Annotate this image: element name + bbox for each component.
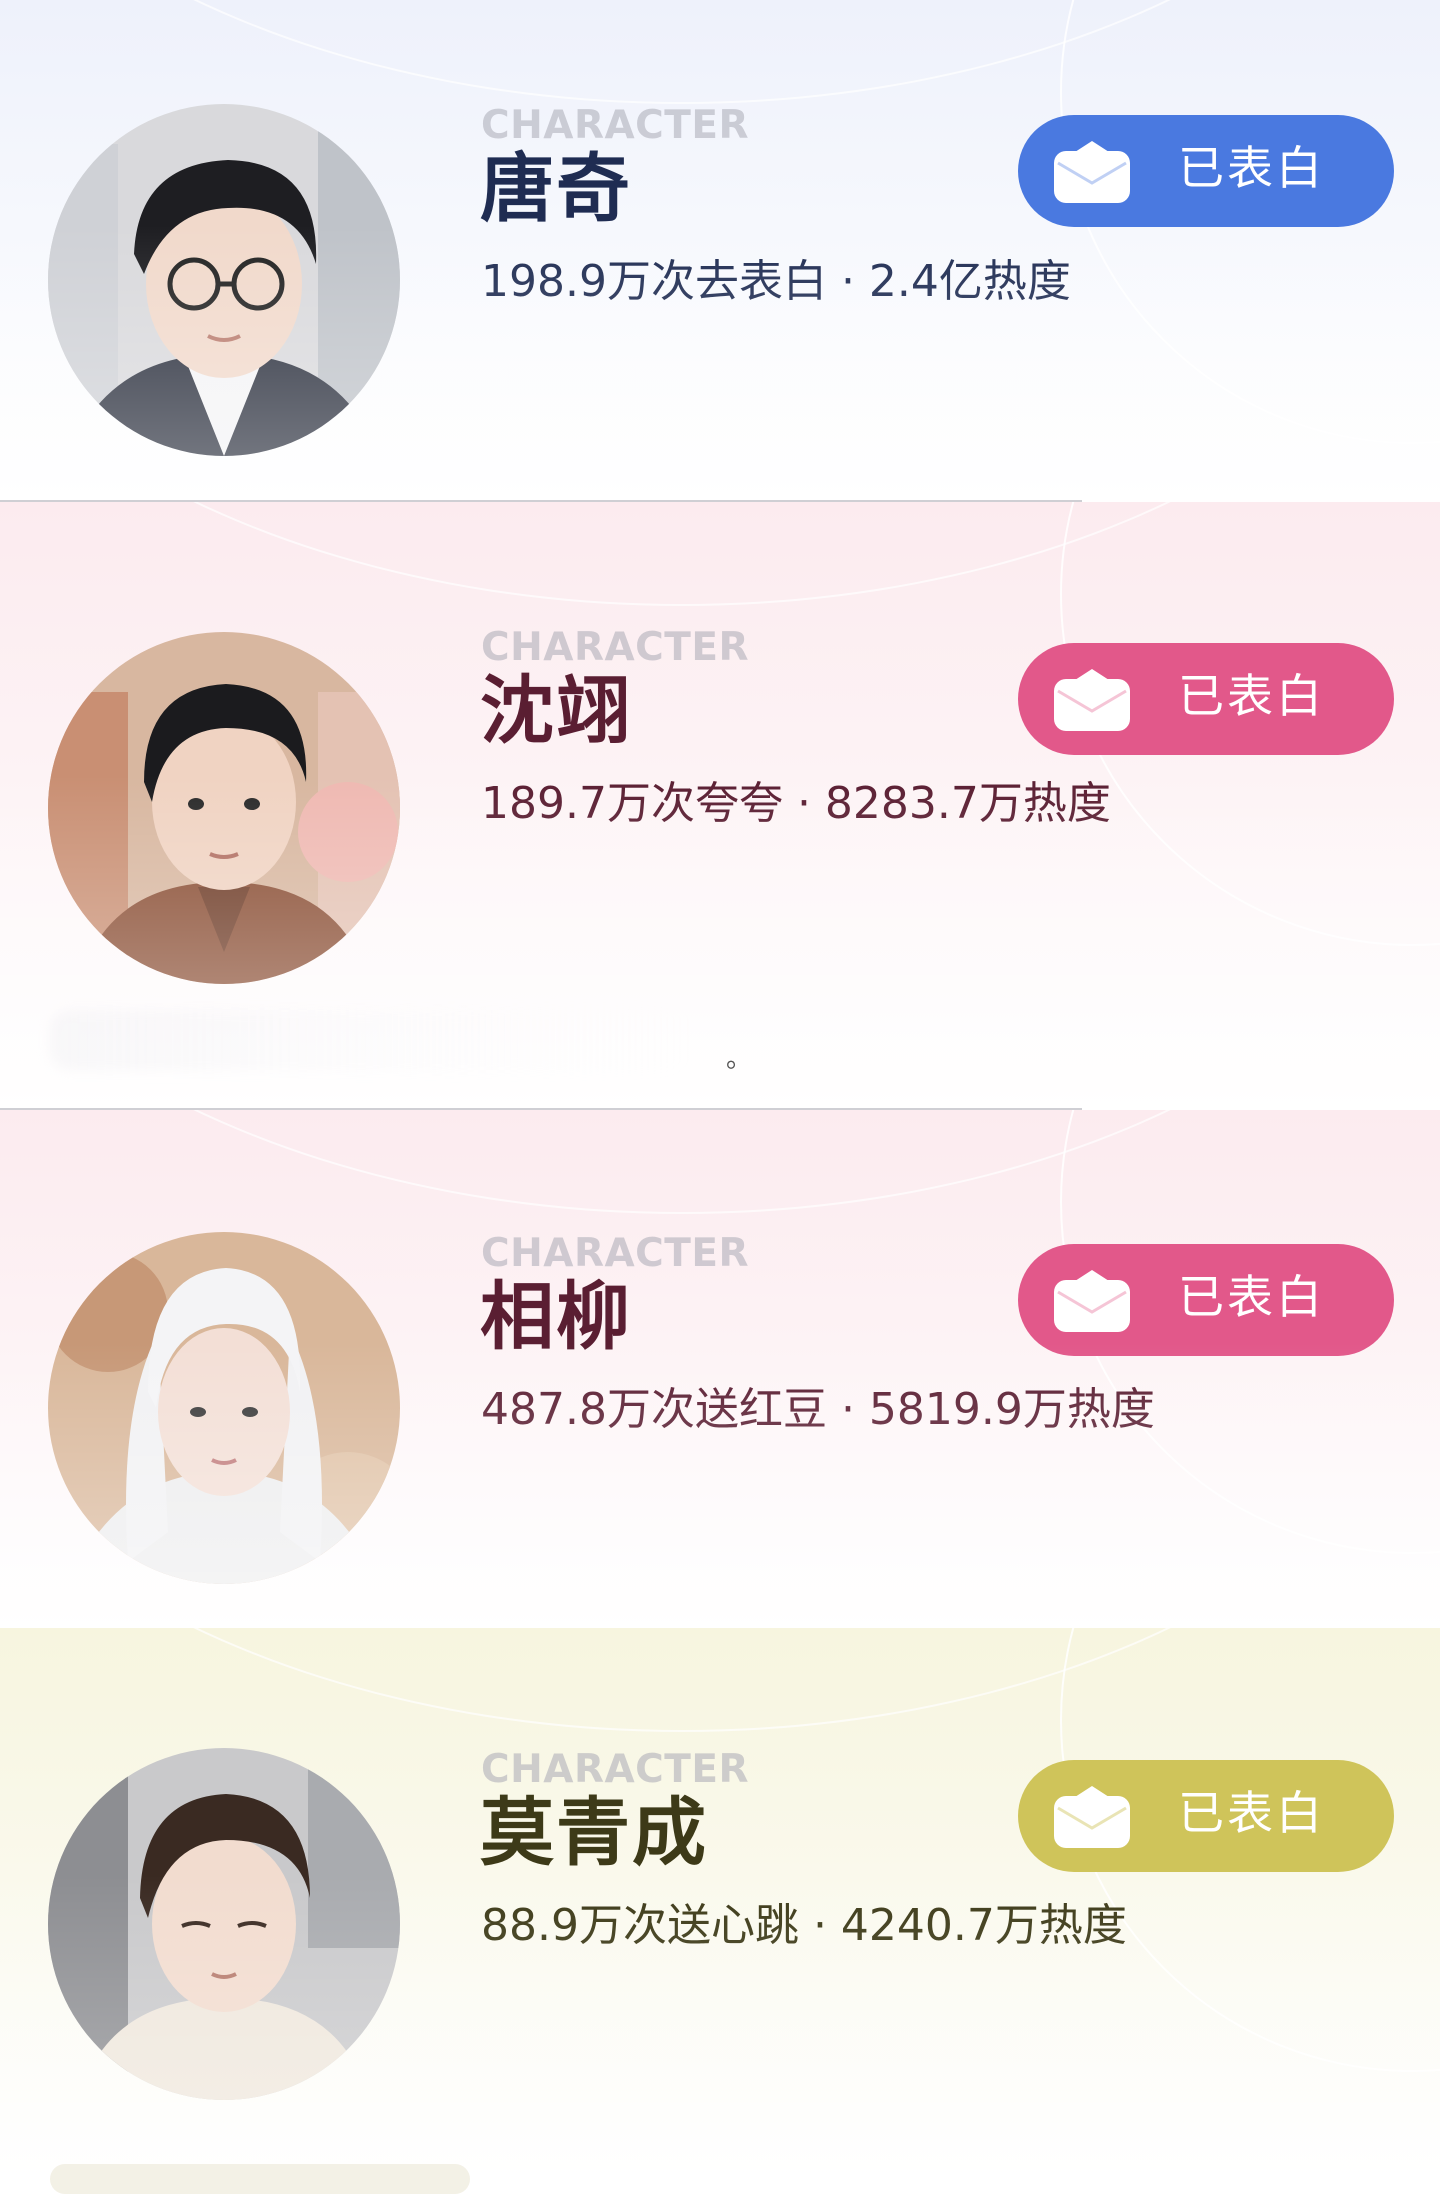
envelope-icon xyxy=(1054,141,1130,203)
envelope-icon xyxy=(1054,669,1130,731)
character-card-4[interactable]: CHARACTER 莫青成 88.9万次送心跳 · 4240.7万热度 已表白 xyxy=(0,1628,1440,2176)
confess-button[interactable]: 已表白 xyxy=(1018,115,1394,227)
confess-button[interactable]: 已表白 xyxy=(1018,1760,1394,1872)
character-tag: CHARACTER xyxy=(481,1747,750,1792)
character-stats: 198.9万次去表白 · 2.4亿热度 xyxy=(481,256,1071,307)
blurred-caption xyxy=(50,1010,690,1070)
confess-button[interactable]: 已表白 xyxy=(1018,1244,1394,1356)
character-name: 唐奇 xyxy=(480,146,632,232)
portrait-white-hair-icon xyxy=(48,1232,400,1584)
character-stats: 189.7万次夸夸 · 8283.7万热度 xyxy=(481,778,1111,829)
character-tag: CHARACTER xyxy=(481,103,750,148)
footer-mark: 。 xyxy=(726,1044,753,1074)
avatar xyxy=(48,1748,400,2100)
character-stats: 88.9万次送心跳 · 4240.7万热度 xyxy=(481,1900,1127,1951)
character-tag: CHARACTER xyxy=(481,625,750,670)
confess-button-label: 已表白 xyxy=(1178,1270,1325,1324)
portrait-sweater-icon xyxy=(48,1748,400,2100)
avatar xyxy=(48,632,400,984)
character-stats: 487.8万次送红豆 · 5819.9万热度 xyxy=(481,1384,1155,1435)
portrait-brown-shirt-icon xyxy=(48,632,400,984)
character-name: 相柳 xyxy=(480,1274,632,1360)
character-card-1[interactable]: CHARACTER 唐奇 198.9万次去表白 · 2.4亿热度 已表白 xyxy=(0,0,1440,500)
character-card-3[interactable]: CHARACTER 相柳 487.8万次送红豆 · 5819.9万热度 已表白 xyxy=(0,1110,1440,1628)
avatar xyxy=(48,104,400,456)
confess-button-label: 已表白 xyxy=(1178,669,1325,723)
next-card-peek xyxy=(50,2164,470,2194)
character-name: 沈翊 xyxy=(480,668,632,754)
character-name: 莫青成 xyxy=(480,1790,708,1876)
envelope-icon xyxy=(1054,1270,1130,1332)
avatar xyxy=(48,1232,400,1584)
confess-button[interactable]: 已表白 xyxy=(1018,643,1394,755)
confess-button-label: 已表白 xyxy=(1178,1786,1325,1840)
character-tag: CHARACTER xyxy=(481,1231,750,1276)
confess-button-label: 已表白 xyxy=(1178,141,1325,195)
portrait-glasses-icon xyxy=(48,104,400,456)
envelope-icon xyxy=(1054,1786,1130,1848)
